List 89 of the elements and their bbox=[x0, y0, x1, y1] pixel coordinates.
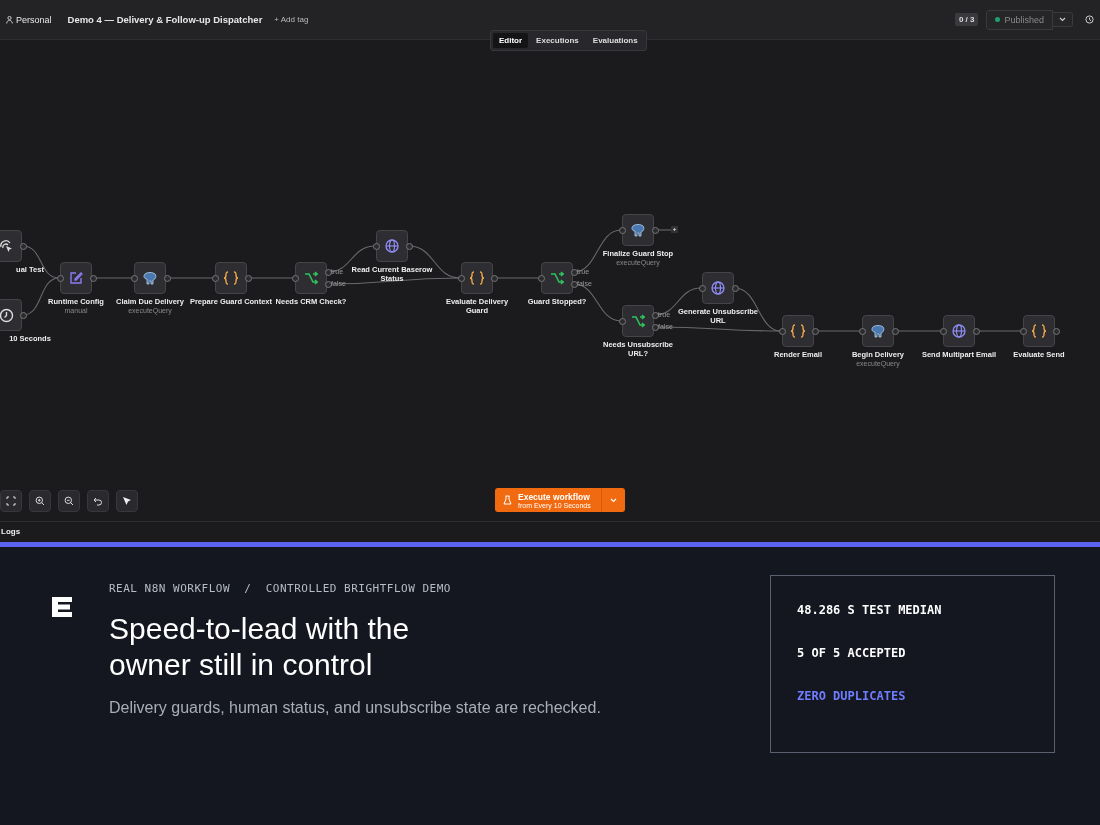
connection-port[interactable] bbox=[1053, 328, 1060, 335]
braces-icon bbox=[223, 271, 239, 285]
connection-port[interactable] bbox=[245, 275, 252, 282]
workflow-node[interactable] bbox=[1023, 315, 1055, 347]
connection-port[interactable] bbox=[406, 243, 413, 250]
elephant-icon bbox=[631, 222, 645, 238]
braces-icon bbox=[469, 271, 485, 285]
tidy-up-button[interactable] bbox=[116, 490, 138, 512]
stat-text: 48.286 S TEST MEDIAN bbox=[797, 602, 943, 619]
workflow-node[interactable] bbox=[295, 262, 327, 294]
workflow-title[interactable]: Demo 4 — Delivery & Follow-up Dispatcher bbox=[67, 14, 263, 25]
view-tab[interactable]: Editor bbox=[493, 33, 529, 48]
connection-port[interactable] bbox=[859, 328, 866, 335]
connection-port[interactable] bbox=[458, 275, 465, 282]
kicker-text: REAL N8N WORKFLOW / CONTROLLED BRIGHTFLOW DEMO bbox=[109, 582, 452, 595]
connection-port[interactable] bbox=[373, 243, 380, 250]
elephant-icon bbox=[143, 270, 157, 286]
branch-icon bbox=[630, 314, 646, 328]
connection-port[interactable] bbox=[973, 328, 980, 335]
globe-icon bbox=[711, 281, 725, 295]
workflow-node[interactable] bbox=[943, 315, 975, 347]
workflow-node[interactable] bbox=[134, 262, 166, 294]
braces-icon bbox=[1031, 324, 1047, 338]
workflow-node[interactable] bbox=[461, 262, 493, 294]
caret-icon bbox=[1059, 17, 1066, 22]
zoom-in-button[interactable] bbox=[29, 490, 51, 512]
project-name[interactable]: Personal bbox=[16, 14, 52, 25]
workflow-node[interactable] bbox=[702, 272, 734, 304]
version-counter: 0 / 3 bbox=[954, 13, 979, 26]
connection-port[interactable] bbox=[212, 275, 219, 282]
cursor-click-icon bbox=[0, 238, 14, 254]
connection-port[interactable] bbox=[940, 328, 947, 335]
history-icon[interactable] bbox=[1085, 15, 1094, 24]
logo-icon bbox=[50, 595, 74, 619]
edit-icon bbox=[69, 271, 83, 285]
workflow-node[interactable] bbox=[376, 230, 408, 262]
connection-port[interactable] bbox=[164, 275, 171, 282]
connection-port[interactable] bbox=[57, 275, 64, 282]
flask-icon bbox=[503, 495, 512, 505]
workflow-node[interactable] bbox=[622, 305, 654, 337]
braces-icon bbox=[790, 324, 806, 338]
connection-port[interactable] bbox=[90, 275, 97, 282]
view-tab[interactable]: Evaluations bbox=[586, 33, 644, 48]
connection-port[interactable] bbox=[779, 328, 786, 335]
connection-port[interactable] bbox=[619, 318, 626, 325]
elephant-icon bbox=[871, 323, 885, 339]
logs-label[interactable]: Logs bbox=[1, 527, 21, 536]
zoom-out-button[interactable] bbox=[58, 490, 80, 512]
connection-port[interactable] bbox=[1020, 328, 1027, 335]
connection-port[interactable] bbox=[538, 275, 545, 282]
connection-port[interactable] bbox=[491, 275, 498, 282]
connection-port[interactable] bbox=[131, 275, 138, 282]
connection-port[interactable] bbox=[20, 312, 27, 319]
connection-port[interactable] bbox=[292, 275, 299, 282]
branch-icon bbox=[303, 271, 319, 285]
pointer-icon bbox=[122, 496, 132, 506]
headline: Speed-to-lead with the owner still in control bbox=[109, 611, 411, 683]
view-tab[interactable]: Executions bbox=[530, 33, 585, 48]
dropdown-button[interactable] bbox=[1053, 12, 1073, 27]
connection-port[interactable] bbox=[619, 227, 626, 234]
stat-text: 5 OF 5 ACCEPTED bbox=[797, 645, 907, 662]
zoom-in-icon bbox=[35, 496, 45, 506]
globe-icon bbox=[952, 324, 966, 338]
stat-text: ZERO DUPLICATES bbox=[797, 688, 907, 705]
add-tag-link[interactable]: + Add tag bbox=[274, 15, 309, 24]
person-icon bbox=[6, 15, 13, 24]
workflow-node[interactable] bbox=[60, 262, 92, 294]
connection-port[interactable] bbox=[732, 285, 739, 292]
workflow-node[interactable] bbox=[782, 315, 814, 347]
subheadline: Delivery guards, human status, and unsubscribe state are rechecked. bbox=[109, 699, 601, 717]
workflow-node[interactable] bbox=[622, 214, 654, 246]
caret-icon bbox=[609, 497, 617, 503]
fit-view-button[interactable] bbox=[0, 490, 22, 512]
add-node-icon[interactable] bbox=[671, 226, 678, 233]
connection-port[interactable] bbox=[812, 328, 819, 335]
branch-icon bbox=[549, 271, 565, 285]
undo-icon bbox=[93, 496, 103, 506]
zoom-out-icon bbox=[64, 496, 74, 506]
connection-port[interactable] bbox=[20, 243, 27, 250]
fit-view-icon bbox=[6, 496, 16, 506]
workflow-node[interactable] bbox=[215, 262, 247, 294]
workflow-node[interactable] bbox=[862, 315, 894, 347]
connection-port[interactable] bbox=[892, 328, 899, 335]
clock-icon bbox=[0, 307, 14, 323]
connection-port[interactable] bbox=[699, 285, 706, 292]
connection-port[interactable] bbox=[652, 227, 659, 234]
workflow-node[interactable] bbox=[541, 262, 573, 294]
undo-button[interactable] bbox=[87, 490, 109, 512]
globe-icon bbox=[385, 239, 399, 253]
